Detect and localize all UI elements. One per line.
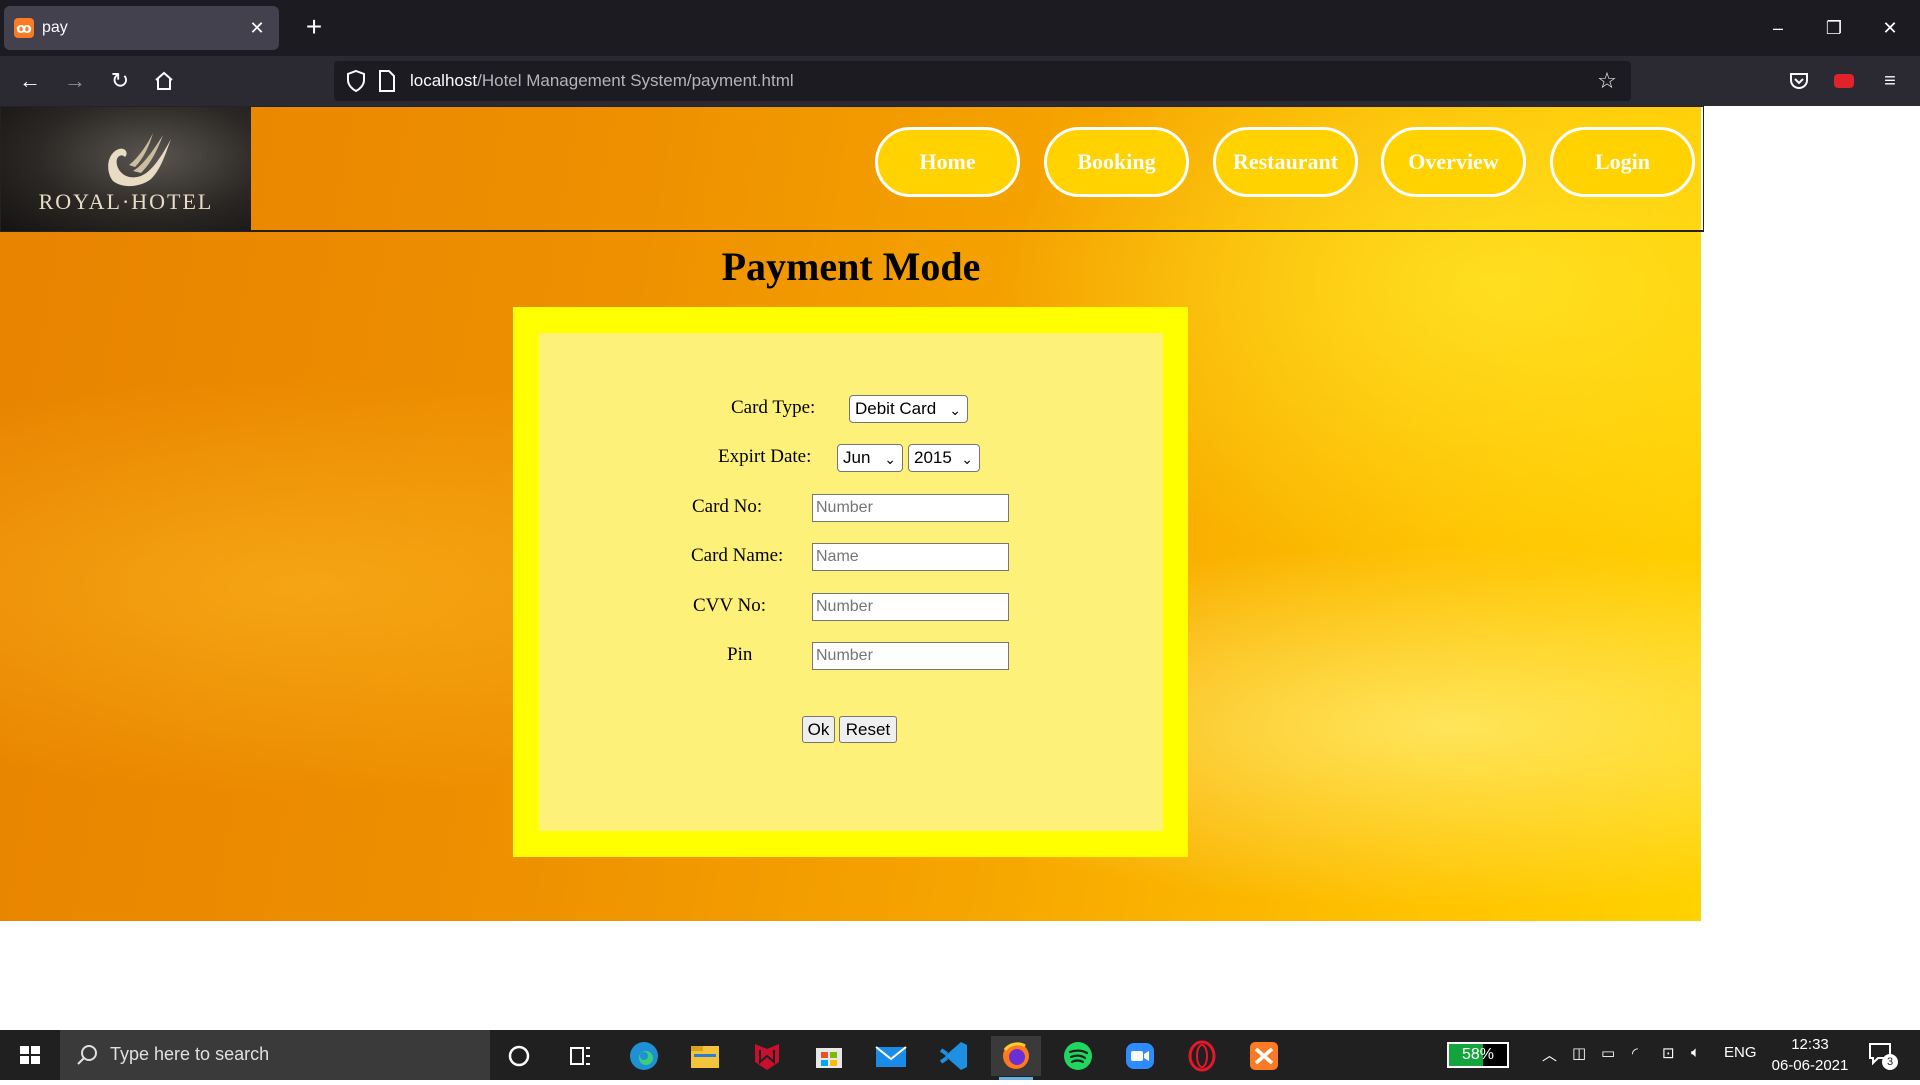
clock-time: 12:33	[1791, 1036, 1829, 1053]
meet-now-icon[interactable]: ◫	[1572, 1044, 1586, 1062]
bookmark-star-icon[interactable]: ☆	[1593, 67, 1621, 95]
chevron-down-icon: ⌄	[949, 402, 961, 418]
cortana-icon[interactable]	[494, 1036, 544, 1076]
page-info-icon[interactable]	[378, 70, 396, 92]
new-tab-icon[interactable]: +	[296, 10, 332, 46]
clock[interactable]: 12:33 06-06-2021	[1760, 1034, 1860, 1076]
spotify-icon[interactable]	[1053, 1036, 1103, 1076]
nav-overview-button[interactable]: Overview	[1381, 127, 1526, 197]
page-title: Payment Mode	[721, 244, 981, 289]
windows-taskbar: Type here to search 58% ︿ ◫ ▭ ◜ ⊡ 🔈︎ ENG…	[0, 1030, 1920, 1080]
language-indicator[interactable]: ENG	[1724, 1044, 1757, 1061]
payment-form-frame: Card Type: Debit Card ⌄ Expirt Date: Jun ⌄…	[513, 307, 1188, 857]
card-no-input[interactable]: Number	[812, 494, 1009, 522]
browser-tab-bar: ꝏ pay ✕ + – ❐ ✕	[0, 0, 1920, 56]
wifi-icon[interactable]: ◜	[1632, 1044, 1638, 1062]
nav-home-button[interactable]: Home	[875, 127, 1020, 197]
web-page: ROYAL·HOTEL Home Booking Restaurant Over…	[0, 106, 1920, 1030]
browser-tab[interactable]: ꝏ pay ✕	[4, 6, 279, 50]
chevron-down-icon: ⌄	[961, 451, 973, 467]
tab-close-icon[interactable]: ✕	[245, 16, 269, 40]
notification-count-badge: 3	[1882, 1054, 1898, 1070]
network-icon[interactable]: ⊡	[1662, 1044, 1675, 1062]
nav-restaurant-button[interactable]: Restaurant	[1213, 127, 1358, 197]
show-hidden-icons-chevron-icon[interactable]: ︿	[1542, 1044, 1557, 1065]
edge-browser-icon[interactable]	[619, 1036, 669, 1076]
site-header: ROYAL·HOTEL Home Booking Restaurant Over…	[0, 106, 1704, 232]
xampp-icon[interactable]	[1239, 1036, 1289, 1076]
url-text: localhost/Hotel Management System/paymen…	[410, 71, 794, 90]
vscode-icon[interactable]	[929, 1036, 979, 1076]
close-window-icon[interactable]: ✕	[1874, 12, 1906, 44]
minimize-icon[interactable]: –	[1762, 12, 1794, 44]
task-view-icon[interactable]	[555, 1036, 605, 1076]
ok-button[interactable]: Ok	[802, 716, 835, 743]
restore-icon[interactable]: ❐	[1818, 12, 1850, 44]
xampp-favicon-icon: ꝏ	[14, 18, 34, 38]
battery-indicator[interactable]: 58%	[1447, 1042, 1509, 1068]
card-name-label: Card Name:	[691, 545, 784, 566]
taskbar-search-box[interactable]: Type here to search	[60, 1030, 490, 1080]
extension-icon[interactable]	[1828, 65, 1860, 97]
card-type-select[interactable]: Debit Card ⌄	[849, 395, 968, 423]
volume-icon[interactable]: 🔈︎	[1691, 1044, 1700, 1061]
menu-icon[interactable]: ≡	[1874, 65, 1906, 97]
back-arrow-icon[interactable]: ←	[14, 65, 46, 97]
pin-label: Pin	[727, 644, 753, 665]
card-no-label: Card No:	[692, 496, 763, 517]
chevron-down-icon: ⌄	[884, 451, 896, 467]
search-placeholder: Type here to search	[110, 1044, 270, 1064]
payment-form: Card Type: Debit Card ⌄ Expirt Date: Jun ⌄…	[539, 333, 1163, 831]
nav-login-button[interactable]: Login	[1550, 127, 1695, 197]
expiry-year-select[interactable]: 2015 ⌄	[908, 444, 980, 472]
expiry-month-select[interactable]: Jun ⌄	[837, 444, 903, 472]
clock-date: 06-06-2021	[1771, 1057, 1849, 1074]
browser-toolbar: ← → ↻ localhost/Hotel Management System/…	[0, 56, 1920, 106]
pin-input[interactable]: Number	[812, 642, 1009, 670]
cvv-input[interactable]: Number	[812, 593, 1009, 621]
opera-icon[interactable]	[1177, 1036, 1227, 1076]
nav-booking-button[interactable]: Booking	[1044, 127, 1189, 197]
cvv-label: CVV No:	[693, 595, 767, 616]
firefox-icon[interactable]	[991, 1036, 1041, 1080]
battery-tray-icon[interactable]: ▭	[1601, 1044, 1615, 1062]
tracking-shield-icon[interactable]	[344, 69, 368, 93]
windows-start-icon[interactable]	[0, 1030, 60, 1080]
pocket-icon[interactable]	[1783, 65, 1815, 97]
reload-icon[interactable]: ↻	[104, 65, 136, 97]
address-bar[interactable]: localhost/Hotel Management System/paymen…	[334, 61, 1631, 101]
notification-center-icon[interactable]: 3	[1866, 1040, 1898, 1070]
mcafee-icon[interactable]	[742, 1036, 792, 1076]
home-icon[interactable]	[148, 65, 180, 97]
microsoft-store-icon[interactable]	[804, 1036, 854, 1076]
logo-text: ROYAL·HOTEL	[38, 189, 214, 214]
royal-hotel-logo[interactable]: ROYAL·HOTEL	[1, 107, 251, 231]
search-icon	[77, 1045, 97, 1065]
file-explorer-icon[interactable]	[680, 1036, 730, 1076]
forward-arrow-icon[interactable]: →	[59, 65, 91, 97]
tab-title: pay	[42, 19, 68, 36]
zoom-icon[interactable]	[1115, 1036, 1165, 1076]
card-name-input[interactable]: Name	[812, 543, 1009, 571]
mail-icon[interactable]	[866, 1036, 916, 1076]
card-type-label: Card Type:	[731, 397, 816, 418]
expiry-date-label: Expirt Date:	[718, 446, 812, 467]
reset-button[interactable]: Reset	[839, 716, 897, 743]
